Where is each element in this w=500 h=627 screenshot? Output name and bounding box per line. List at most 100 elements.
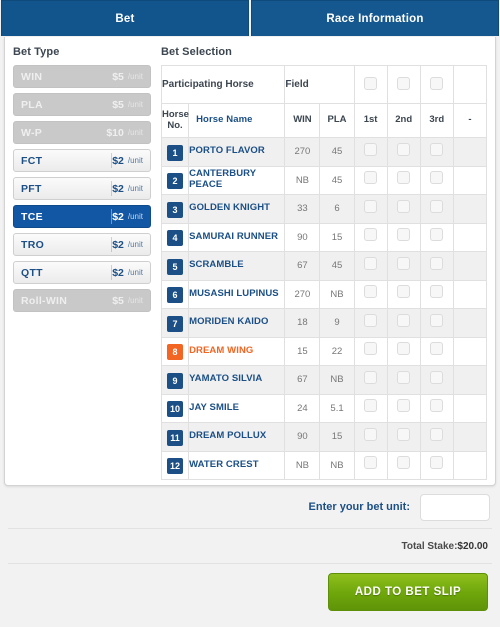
checkbox-2nd[interactable]: [386, 393, 421, 423]
checkbox-1st[interactable]: [353, 336, 388, 366]
bet-unit-input[interactable]: [420, 493, 490, 521]
checkbox-icon: [397, 399, 411, 413]
field-checkbox-2nd[interactable]: [386, 65, 421, 104]
table-row: 2 CANTERBURY PEACE NB 45: [160, 165, 488, 195]
horse-no-cell: 3: [160, 194, 190, 224]
checkbox-1st[interactable]: [353, 222, 388, 252]
checkbox-1st[interactable]: [353, 422, 388, 452]
empty-cell: [452, 336, 488, 366]
bet-type-tro[interactable]: TRO $2/unit: [13, 233, 151, 256]
checkbox-3rd[interactable]: [419, 279, 454, 309]
bet-type-price: $5: [112, 70, 124, 83]
horse-number-badge: 12: [167, 458, 184, 475]
checkbox-1st[interactable]: [353, 194, 388, 224]
checkbox-2nd[interactable]: [386, 165, 421, 195]
checkbox-2nd[interactable]: [386, 194, 421, 224]
bet-type-unit: /unit: [127, 184, 143, 193]
empty-cell: [452, 222, 488, 252]
field-checkbox-1st[interactable]: [353, 65, 388, 104]
pla-odds-cell: 45: [319, 137, 355, 167]
empty-cell: [452, 279, 488, 309]
win-odds-cell: NB: [284, 450, 321, 480]
bet-unit-label: Enter your bet unit:: [308, 501, 410, 513]
empty-cell: [452, 165, 488, 195]
horse-no-cell: 11: [160, 422, 190, 452]
checkbox-2nd[interactable]: [386, 222, 421, 252]
bet-type-qtt[interactable]: QTT $2/unit: [13, 261, 151, 284]
bet-type-tce[interactable]: TCE $2/unit: [13, 205, 151, 228]
checkbox-icon: [430, 171, 444, 185]
checkbox-1st[interactable]: [353, 137, 388, 167]
field-checkbox-3rd[interactable]: [419, 65, 454, 104]
checkbox-2nd[interactable]: [386, 251, 421, 281]
win-odds-cell: 33: [284, 194, 321, 224]
table-row: 10 JAY SMILE 24 5.1: [160, 393, 488, 423]
pla-odds-cell: 45: [319, 165, 355, 195]
checkbox-icon: [364, 399, 378, 413]
checkbox-1st[interactable]: [353, 450, 388, 480]
checkbox-icon: [430, 256, 444, 270]
checkbox-3rd[interactable]: [419, 222, 454, 252]
win-odds-cell: 24: [284, 393, 321, 423]
horse-name-cell: YAMATO SILVIA: [188, 365, 286, 395]
win-odds-cell: 67: [284, 251, 321, 281]
checkbox-3rd[interactable]: [419, 165, 454, 195]
pla-odds-cell: 15: [319, 222, 355, 252]
checkbox-1st[interactable]: [353, 308, 388, 338]
checkbox-icon: [397, 456, 411, 470]
checkbox-1st[interactable]: [353, 393, 388, 423]
bet-type-unit: /unit: [127, 240, 143, 249]
pla-odds-cell: 9: [319, 308, 355, 338]
pla-odds-cell: NB: [319, 450, 355, 480]
checkbox-icon: [397, 285, 411, 299]
checkbox-2nd[interactable]: [386, 308, 421, 338]
pla-odds-cell: 15: [319, 422, 355, 452]
checkbox-3rd[interactable]: [419, 194, 454, 224]
checkbox-2nd[interactable]: [386, 336, 421, 366]
checkbox-3rd[interactable]: [419, 450, 454, 480]
horse-name-cell: GOLDEN KNIGHT: [188, 194, 286, 224]
bet-type-divider: [111, 209, 112, 224]
bet-type-fct[interactable]: FCT $2/unit: [13, 149, 151, 172]
tab-race-information[interactable]: Race Information: [251, 0, 499, 36]
bet-type-unit: /unit: [127, 128, 143, 137]
add-to-bet-slip-button[interactable]: ADD TO BET SLIP: [328, 573, 488, 611]
checkbox-1st[interactable]: [353, 165, 388, 195]
win-odds-cell: NB: [284, 165, 321, 195]
checkbox-icon: [430, 199, 444, 213]
tab-bar: Bet Race Information: [0, 0, 500, 36]
win-odds-cell: 90: [284, 422, 321, 452]
checkbox-3rd[interactable]: [419, 251, 454, 281]
checkbox-2nd[interactable]: [386, 365, 421, 395]
checkbox-1st[interactable]: [353, 365, 388, 395]
checkbox-2nd[interactable]: [386, 450, 421, 480]
horse-number-badge: 4: [167, 230, 184, 247]
checkbox-icon: [397, 370, 411, 384]
checkbox-3rd[interactable]: [419, 393, 454, 423]
checkbox-3rd[interactable]: [419, 308, 454, 338]
empty-cell: [452, 393, 488, 423]
tab-bet[interactable]: Bet: [1, 0, 249, 36]
bet-type-code: QTT: [21, 266, 43, 279]
checkbox-icon: [364, 313, 378, 327]
checkbox-2nd[interactable]: [386, 422, 421, 452]
header-2nd: 2nd: [386, 103, 421, 138]
bet-type-w-p: W-P $10/unit: [13, 121, 151, 144]
checkbox-1st[interactable]: [353, 251, 388, 281]
checkbox-3rd[interactable]: [419, 137, 454, 167]
checkbox-icon: [364, 199, 378, 213]
checkbox-3rd[interactable]: [419, 365, 454, 395]
checkbox-2nd[interactable]: [386, 279, 421, 309]
checkbox-2nd[interactable]: [386, 137, 421, 167]
empty-cell: [452, 308, 488, 338]
checkbox-icon: [397, 76, 411, 90]
checkbox-icon: [430, 76, 444, 90]
bet-type-pft[interactable]: PFT $2/unit: [13, 177, 151, 200]
checkbox-3rd[interactable]: [419, 336, 454, 366]
checkbox-1st[interactable]: [353, 279, 388, 309]
win-odds-cell: 67: [284, 365, 321, 395]
checkbox-3rd[interactable]: [419, 422, 454, 452]
bet-type-divider: [111, 153, 112, 168]
bet-selection-table: Participating Horse Field Horse No. Hors…: [160, 65, 488, 480]
checkbox-icon: [364, 370, 378, 384]
